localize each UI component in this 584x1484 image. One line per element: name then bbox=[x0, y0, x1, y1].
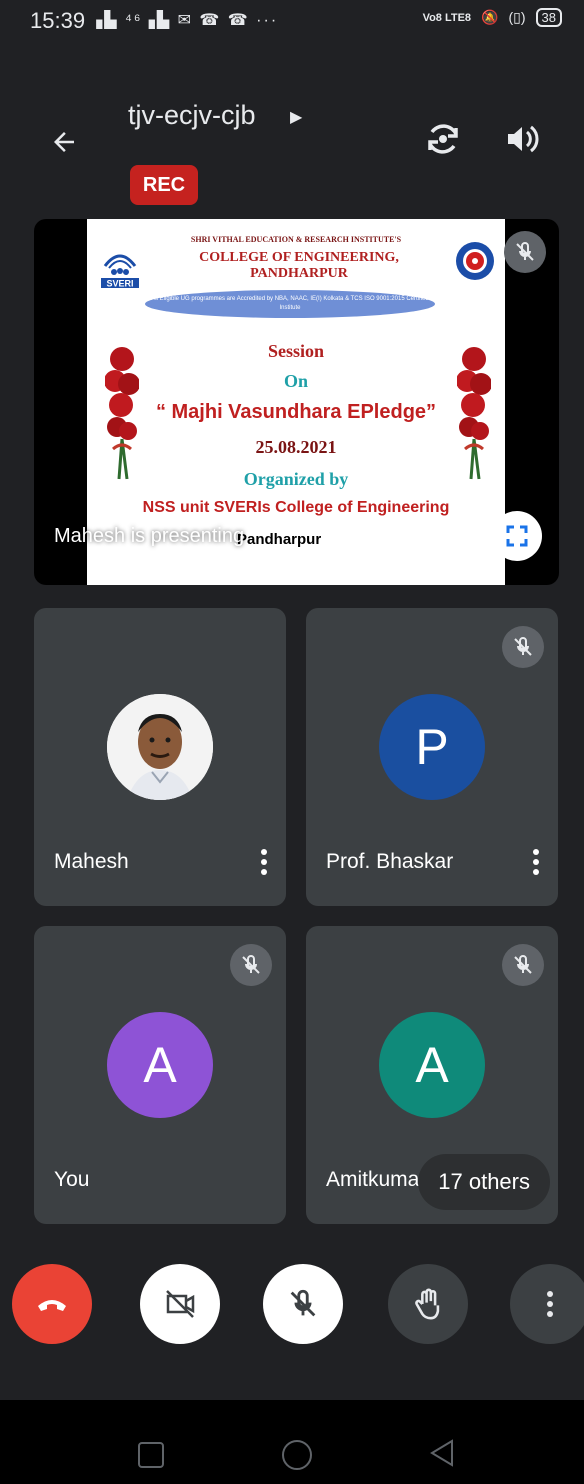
mic-off-icon bbox=[230, 944, 272, 986]
participant-name: Amitkumar bbox=[326, 1168, 427, 1191]
home-icon[interactable] bbox=[282, 1440, 312, 1470]
status-notification-icons: ▗▙ ⁴⁶▗▙ ✉ ☎ ☎ ··· bbox=[90, 12, 279, 29]
nav-back-icon[interactable] bbox=[428, 1438, 456, 1473]
participant-name: Prof. Bhaskar bbox=[326, 850, 454, 873]
lte-icon: Vo8 LTE8 bbox=[422, 11, 472, 24]
mute-notification-icon: 🔕 bbox=[481, 9, 499, 25]
raise-hand-button[interactable] bbox=[388, 1264, 468, 1344]
participant-tile-amitkumar[interactable]: A Amitkumar 17 others bbox=[306, 926, 558, 1224]
status-time: 15:39 bbox=[30, 8, 86, 33]
slide-college-name: COLLEGE OF ENGINEERING, PANDHARPUR bbox=[199, 250, 399, 281]
meeting-info-arrow-icon[interactable]: ▶ bbox=[290, 107, 302, 127]
slide-title: “ Majhi Vasundhara EPledge” bbox=[155, 401, 437, 423]
recording-badge: REC bbox=[130, 165, 198, 205]
participant-name: You bbox=[54, 1168, 90, 1191]
switch-camera-icon[interactable] bbox=[418, 114, 468, 164]
speaker-icon[interactable] bbox=[496, 114, 546, 164]
presentation-tile[interactable]: SVERI SHRI VITHAL EDUCATION & RESEARCH I… bbox=[34, 219, 559, 585]
recent-apps-icon[interactable] bbox=[138, 1442, 164, 1468]
slide-on: On bbox=[283, 371, 308, 391]
meeting-code[interactable]: tjv-ecjv-cjb bbox=[128, 100, 256, 131]
mic-off-icon bbox=[504, 231, 546, 273]
participant-tile-prof-bhaskar[interactable]: P Prof. Bhaskar bbox=[306, 608, 558, 906]
slide-accreditation: All Eligible UG programmes are Accredite… bbox=[145, 290, 435, 318]
participant-tile-you[interactable]: A You bbox=[34, 926, 286, 1224]
college-emblem bbox=[456, 242, 494, 280]
slide-unit: NSS unit SVERIs College of Engineering bbox=[142, 499, 450, 516]
participant-tile-mahesh[interactable]: Mahesh bbox=[34, 608, 286, 906]
status-right-icons: Vo8 LTE8 🔕 (▯) 38 bbox=[423, 8, 562, 27]
sveri-logo-text: SVERI bbox=[106, 279, 133, 289]
slide-date: 25.08.2021 bbox=[255, 437, 337, 457]
more-options-button[interactable] bbox=[510, 1264, 584, 1344]
slide-session: Session bbox=[267, 341, 325, 361]
slide-organized-by: Organized by bbox=[243, 469, 349, 489]
end-call-button[interactable] bbox=[12, 1264, 92, 1344]
battery-icon: 38 bbox=[535, 8, 562, 27]
more-options-icon[interactable] bbox=[254, 842, 274, 882]
avatar-initial: A bbox=[379, 1012, 485, 1118]
avatar-initial: P bbox=[379, 694, 485, 800]
slide-place: Pandharpur bbox=[237, 531, 322, 548]
avatar-initial: A bbox=[107, 1012, 213, 1118]
avatar-photo bbox=[107, 694, 213, 800]
vibrate-icon: (▯) bbox=[508, 9, 526, 25]
fullscreen-icon[interactable] bbox=[492, 511, 542, 561]
camera-off-button[interactable] bbox=[140, 1264, 220, 1344]
sveri-logo: SVERI bbox=[101, 254, 139, 289]
back-arrow-icon[interactable] bbox=[40, 118, 88, 166]
mic-off-icon bbox=[502, 944, 544, 986]
others-count-chip[interactable]: 17 others bbox=[418, 1154, 550, 1210]
more-options-icon[interactable] bbox=[526, 842, 546, 882]
participant-name: Mahesh bbox=[54, 850, 129, 873]
mic-off-button[interactable] bbox=[263, 1264, 343, 1344]
presenter-label: Mahesh is presenting bbox=[54, 525, 245, 547]
mic-off-icon bbox=[502, 626, 544, 668]
slide-institute-line: SHRI VITHAL EDUCATION & RESEARCH INSTITU… bbox=[190, 235, 402, 244]
